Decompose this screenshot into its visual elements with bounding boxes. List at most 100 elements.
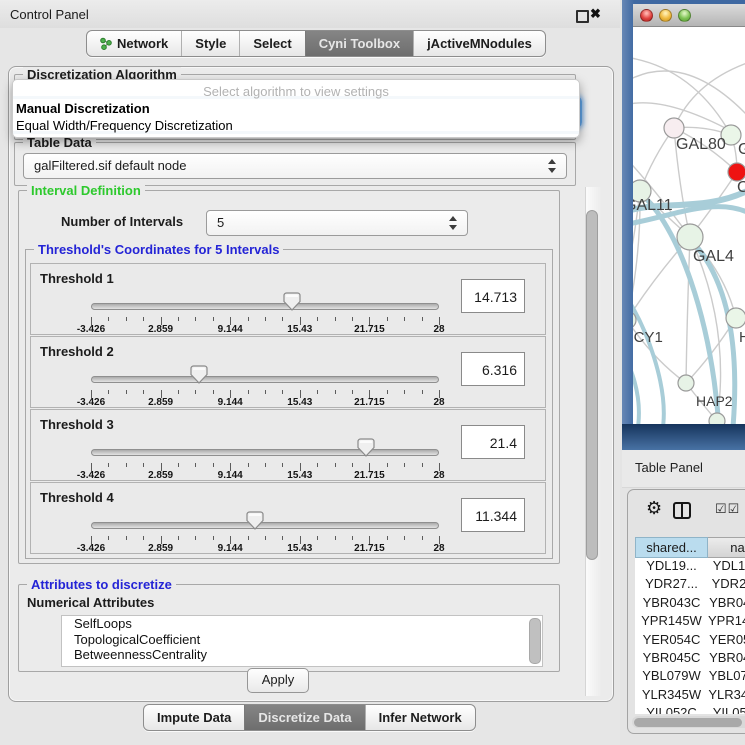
table-row[interactable]: YBR045CYBR045C — [635, 650, 745, 668]
cell-name[interactable]: YBL079W — [708, 668, 745, 686]
cell-name[interactable]: YIL052C — [708, 705, 745, 714]
table-hscrollbar-thumb[interactable] — [634, 718, 742, 727]
tab-discretize-data[interactable]: Discretize Data — [244, 705, 364, 730]
network-node[interactable] — [664, 118, 684, 138]
apply-button[interactable]: Apply — [247, 668, 309, 693]
cell-name[interactable]: YDL19... — [708, 558, 745, 576]
threshold-slider-thumb[interactable] — [190, 365, 208, 385]
minimize-light-icon[interactable] — [659, 9, 672, 22]
threshold-label: Threshold 2 — [40, 344, 114, 359]
attributes-list-scrollbar[interactable] — [529, 618, 541, 664]
column-header-name[interactable]: na — [708, 537, 745, 558]
network-node[interactable] — [678, 375, 694, 391]
slider-tick — [317, 536, 318, 540]
table-row[interactable]: YPR145WYPR145W — [635, 613, 745, 631]
slider-tick — [178, 317, 179, 321]
cell-shared-name[interactable]: YBR043C — [635, 595, 708, 613]
threshold-slider-thumb[interactable] — [357, 438, 375, 458]
threshold-value-field[interactable]: 6.316 — [461, 352, 525, 386]
threshold-slider-thumb[interactable] — [246, 511, 264, 531]
slider-tick-label: 2.859 — [148, 543, 173, 554]
network-node[interactable] — [709, 413, 725, 424]
cell-shared-name[interactable]: YER054C — [635, 632, 708, 650]
cell-shared-name[interactable]: YBR045C — [635, 650, 708, 668]
slider-tick-label: 28 — [433, 543, 444, 554]
cell-name[interactable]: YDR27... — [708, 576, 745, 594]
algorithm-option-equal-width[interactable]: Equal Width/Frequency Discretization — [16, 118, 233, 133]
threshold-label: Threshold 1 — [40, 271, 114, 286]
number-of-intervals-combobox[interactable]: 5 — [206, 210, 468, 236]
cell-shared-name[interactable]: YIL052C — [635, 705, 708, 714]
threshold-slider-track[interactable] — [91, 449, 439, 456]
panel-title: Control Panel — [10, 7, 89, 22]
cell-name[interactable]: YBR045C — [708, 650, 745, 668]
cell-name[interactable]: YLR345W — [708, 687, 745, 705]
cell-name[interactable]: YPR145W — [708, 613, 745, 631]
tab-select[interactable]: Select — [239, 31, 304, 56]
content-scrollbar-thumb[interactable] — [586, 210, 598, 560]
table-row[interactable]: YDR27...YDR27... — [635, 576, 745, 594]
close-light-icon[interactable] — [640, 9, 653, 22]
slider-tick — [126, 536, 127, 540]
tab-jactivemnodules[interactable]: jActiveMNodules — [413, 31, 545, 56]
slider-tick-label: 2.859 — [148, 397, 173, 408]
tab-cyni-toolbox[interactable]: Cyni Toolbox — [305, 31, 413, 56]
tab-style[interactable]: Style — [181, 31, 239, 56]
table-row[interactable]: YER054CYER054C — [635, 632, 745, 650]
table-row[interactable]: YBL079WYBL079W — [635, 668, 745, 686]
numerical-attributes-list[interactable]: SelfLoopsTopologicalCoefficientBetweenne… — [61, 615, 543, 667]
threshold-slider-track[interactable] — [91, 522, 439, 529]
algorithm-option-manual[interactable]: Manual Discretization — [16, 101, 150, 116]
slider-tick — [335, 390, 336, 394]
column-header-shared-name[interactable]: shared... — [635, 537, 708, 558]
table-data-combobox[interactable]: galFiltered.sif default node — [23, 153, 567, 179]
cell-shared-name[interactable]: YBL079W — [635, 668, 708, 686]
tab-network[interactable]: Network — [87, 31, 181, 56]
threshold-slider-track[interactable] — [91, 303, 439, 310]
threshold-slider-thumb[interactable] — [283, 292, 301, 312]
network-edge[interactable] — [633, 237, 690, 320]
threshold-value-field[interactable]: 11.344 — [461, 498, 525, 532]
table-row[interactable]: YLR345WYLR345W — [635, 687, 745, 705]
network-node[interactable] — [677, 224, 703, 250]
attribute-list-item[interactable]: SelfLoops — [62, 616, 542, 632]
cell-shared-name[interactable]: YPR145W — [635, 613, 708, 631]
network-node[interactable] — [726, 308, 745, 328]
network-canvas[interactable]: GAL80GACGAL11GAL4GCY1HHAP2 — [633, 27, 745, 424]
slider-tick-label: 28 — [433, 397, 444, 408]
table-hscrollbar-track[interactable] — [632, 716, 745, 728]
network-window-titlebar[interactable] — [633, 4, 745, 27]
slider-tick — [265, 317, 266, 321]
attribute-list-item[interactable]: TopologicalCoefficient — [62, 632, 542, 648]
slider-tick — [317, 390, 318, 394]
close-icon[interactable]: ✖ — [590, 6, 601, 22]
tab-impute-data[interactable]: Impute Data — [144, 705, 244, 730]
select-checks-icon[interactable]: ☑☑ — [715, 501, 740, 517]
zoom-light-icon[interactable] — [678, 9, 691, 22]
tab-infer-network[interactable]: Infer Network — [365, 705, 475, 730]
gear-icon[interactable]: ⚙ — [646, 499, 662, 517]
attributes-group-title: Attributes to discretize — [27, 577, 176, 592]
cell-shared-name[interactable]: YDR27... — [635, 576, 708, 594]
threshold-value-field[interactable]: 21.4 — [461, 425, 525, 459]
threshold-slider-track[interactable] — [91, 376, 439, 383]
table-row[interactable]: YBR043CYBR043C — [635, 595, 745, 613]
cell-shared-name[interactable]: YLR345W — [635, 687, 708, 705]
slider-tick — [248, 317, 249, 321]
table-row[interactable]: YIL052CYIL052C — [635, 705, 745, 714]
cell-name[interactable]: YER054C — [708, 632, 745, 650]
cell-name[interactable]: YBR043C — [708, 595, 745, 613]
network-edge-highlighted[interactable] — [633, 349, 639, 424]
network-edge[interactable] — [686, 237, 690, 383]
table-row[interactable]: YDL19...YDL19... — [635, 558, 745, 576]
number-of-intervals-label: Number of Intervals — [61, 214, 183, 229]
split-pane-icon[interactable] — [673, 502, 691, 519]
cell-shared-name[interactable]: YDL19... — [635, 558, 708, 576]
algorithm-hint-option[interactable]: Select algorithm to view settings — [13, 84, 579, 99]
network-edge[interactable] — [674, 63, 745, 128]
float-window-icon[interactable] — [576, 10, 589, 23]
slider-tick-label: 21.715 — [354, 543, 385, 554]
network-edge[interactable] — [633, 71, 745, 115]
threshold-value-field[interactable]: 14.713 — [461, 279, 525, 313]
attribute-list-item[interactable]: BetweennessCentrality — [62, 647, 542, 663]
